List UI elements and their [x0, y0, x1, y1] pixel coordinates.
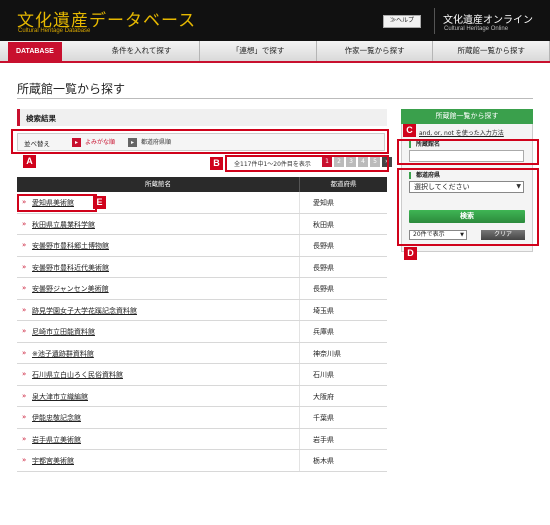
row-arrow-icon: »	[22, 413, 27, 421]
museum-link[interactable]: 伊能忠敬記念館	[32, 413, 81, 423]
callout-box-b	[225, 155, 389, 172]
museum-link[interactable]: 安曇野市豊科近代美術館	[32, 263, 109, 273]
prefecture-cell: 兵庫県	[313, 328, 334, 336]
callout-tag-d: D	[404, 247, 417, 260]
prefecture-cell: 長野県	[313, 263, 334, 272]
search-syntax-help-link[interactable]: and, or, not を使った入力方法	[419, 128, 504, 137]
row-arrow-icon: »	[22, 434, 27, 443]
header-divider	[434, 8, 435, 34]
prefecture-cell: 栃木県	[313, 457, 334, 465]
table-row: » 安曇野市豊科郷土博物館 長野県	[17, 235, 387, 257]
museum-link[interactable]: 跡見学園女子大学花蹊記念資料館	[32, 306, 137, 316]
callout-tag-a: A	[23, 155, 36, 168]
table-row: » 岩手県立美術館 岩手県	[17, 428, 387, 450]
row-arrow-icon: »	[22, 370, 27, 378]
row-arrow-icon: »	[22, 456, 27, 464]
callout-tag-c: C	[403, 124, 416, 137]
table-row: » 尼崎市立田能資料館 兵庫県	[17, 321, 387, 343]
nav-item-artists[interactable]: 作家一覧から探す	[317, 41, 434, 61]
results-heading-label: 検索結果	[26, 114, 56, 123]
nav-item-collections[interactable]: 所蔵館一覧から探す	[433, 41, 550, 61]
table-header: 所蔵館名 都道府県	[17, 177, 387, 192]
search-panel-heading: 所蔵館一覧から探す	[401, 109, 533, 124]
museum-link[interactable]: 石川県立白山ろく民俗資料館	[32, 370, 123, 380]
row-arrow-icon: »	[22, 262, 27, 271]
table-row: » 安曇野市豊科近代美術館 長野県	[17, 256, 387, 278]
prefecture-cell: 長野県	[313, 242, 334, 250]
column-header-prefecture: 都道府県	[299, 177, 387, 192]
museum-link[interactable]: 泉大津市立織編館	[32, 392, 88, 402]
table-row: » 安曇野ジャンセン美術館 長野県	[17, 278, 387, 300]
database-tab[interactable]: DATABASE	[8, 42, 62, 62]
table-row: » 跡見学園女子大学花蹊記念資料館 埼玉県	[17, 299, 387, 321]
row-arrow-icon: »	[22, 284, 27, 292]
prefecture-cell: 大阪府	[313, 392, 334, 401]
nav-item-association[interactable]: 「連想」で探す	[200, 41, 317, 61]
callout-box-e	[17, 194, 97, 212]
prefecture-cell: 愛知県	[313, 199, 334, 207]
prefecture-cell: 石川県	[313, 371, 334, 379]
help-button[interactable]: ≫ヘルプ	[383, 15, 421, 28]
museum-link[interactable]: 安曇野ジャンセン美術館	[32, 284, 109, 294]
prefecture-cell: 神奈川県	[313, 349, 341, 358]
museum-link[interactable]: 尼崎市立田能資料館	[32, 327, 95, 337]
table-row: » 石川県立白山ろく民俗資料館 石川県	[17, 364, 387, 386]
callout-box-a	[11, 129, 389, 154]
row-arrow-icon: »	[22, 348, 27, 357]
museum-link[interactable]: ※池子遺跡群資料館	[32, 349, 94, 359]
column-header-name: 所蔵館名	[145, 180, 171, 188]
museum-link[interactable]: 岩手県立美術館	[32, 435, 81, 445]
row-arrow-icon: »	[22, 305, 27, 314]
prefecture-cell: 千葉県	[313, 414, 334, 422]
table-row: » 泉大津市立織編館 大阪府	[17, 385, 387, 407]
callout-box-c	[397, 139, 539, 165]
row-arrow-icon: »	[22, 219, 27, 228]
row-arrow-icon: »	[22, 391, 27, 400]
callout-tag-e: E	[93, 196, 106, 209]
logo-subtitle: Cultural Heritage Database	[18, 28, 91, 34]
table-row: » 宇都宮美術館 栃木県	[17, 450, 387, 472]
nav-item-conditions[interactable]: 条件を入れて探す	[84, 41, 201, 61]
site-name[interactable]: 文化遺産オンライン	[443, 11, 533, 26]
results-table: 所蔵館名 都道府県 » 愛知県美術館 愛知県 » 秋田県立農業科学館 秋田県 » 安曇野市…	[17, 177, 387, 472]
prefecture-cell: 秋田県	[313, 220, 334, 229]
prefecture-cell: 埼玉県	[313, 306, 334, 315]
table-row: » 秋田県立農業科学館 秋田県	[17, 213, 387, 235]
title-divider	[17, 98, 533, 99]
prefecture-cell: 長野県	[313, 285, 334, 293]
site-header: 文化遺産データベース Cultural Heritage Database ≫ヘ…	[0, 0, 550, 41]
row-arrow-icon: »	[22, 327, 27, 335]
table-row: » 伊能忠敬記念館 千葉県	[17, 407, 387, 429]
results-heading: 検索結果	[17, 109, 387, 126]
museum-link[interactable]: 安曇野市豊科郷土博物館	[32, 241, 109, 251]
callout-tag-b: B	[210, 157, 223, 170]
museum-link[interactable]: 宇都宮美術館	[32, 456, 74, 466]
table-row: » ※池子遺跡群資料館 神奈川県	[17, 342, 387, 364]
callout-box-d	[397, 168, 539, 246]
prefecture-cell: 岩手県	[313, 435, 334, 444]
site-name-en: Cultural Heritage Online	[444, 26, 509, 32]
row-arrow-icon: »	[22, 241, 27, 249]
main-nav: DATABASE 条件を入れて探す 「連想」で探す 作家一覧から探す 所蔵館一覧…	[0, 41, 550, 63]
page-title: 所蔵館一覧から探す	[17, 82, 126, 96]
museum-link[interactable]: 秋田県立農業科学館	[32, 220, 95, 230]
